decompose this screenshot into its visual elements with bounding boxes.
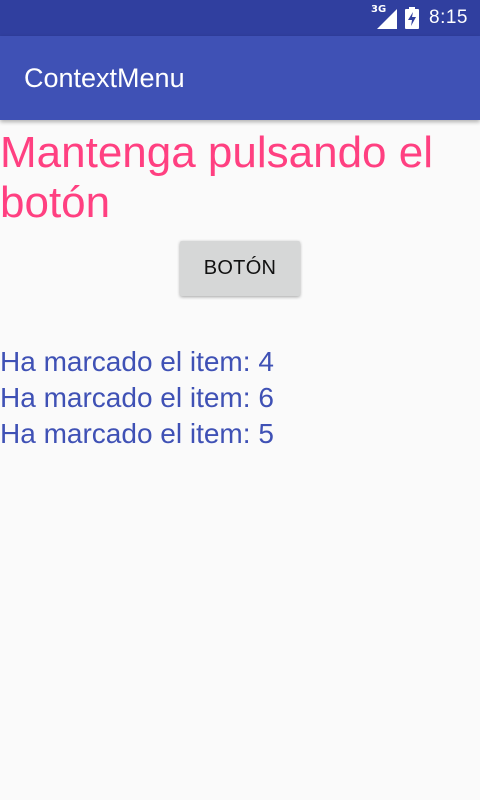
main-content: Mantenga pulsando el botón BOTÓN Ha marc…	[0, 120, 480, 452]
status-clock: 8:15	[429, 7, 468, 28]
button-container: BOTÓN	[0, 228, 480, 296]
battery-charging-icon	[405, 7, 420, 29]
signal-icon: 3G	[371, 5, 398, 29]
status-icons: 3G 8:15	[371, 0, 468, 36]
context-menu-button[interactable]: BOTÓN	[180, 241, 300, 296]
log-line: Ha marcado el item: 5	[0, 418, 274, 449]
signal-bars-icon	[377, 9, 398, 29]
log-line: Ha marcado el item: 4	[0, 346, 274, 377]
status-bar: 3G 8:15	[0, 0, 480, 36]
instruction-text: Mantenga pulsando el botón	[0, 128, 433, 227]
selection-log: Ha marcado el item: 4 Ha marcado el item…	[0, 344, 480, 452]
app-title: ContextMenu	[24, 63, 185, 93]
app-bar: ContextMenu	[0, 36, 480, 120]
log-line: Ha marcado el item: 6	[0, 382, 274, 413]
